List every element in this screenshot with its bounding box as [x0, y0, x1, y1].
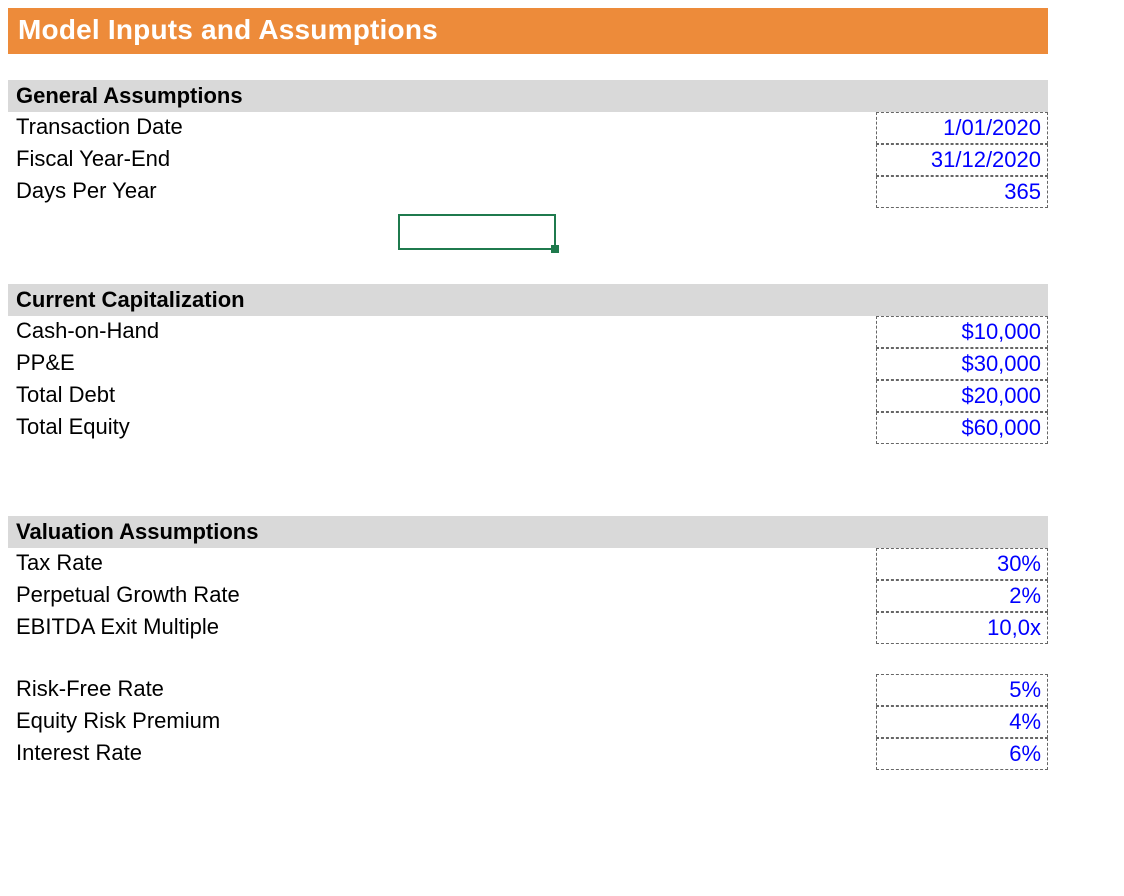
row-transaction-date: Transaction Date 1/01/2020 [8, 112, 1048, 144]
section-capitalization: Cash-on-Hand $10,000 PP&E $30,000 Total … [8, 316, 1048, 444]
cell-ppe[interactable]: $30,000 [876, 348, 1048, 380]
label-erp: Equity Risk Premium [8, 706, 876, 738]
row-fiscal-year-end: Fiscal Year-End 31/12/2020 [8, 144, 1048, 176]
cell-transaction-date[interactable]: 1/01/2020 [876, 112, 1048, 144]
section-valuation: Tax Rate 30% Perpetual Growth Rate 2% EB… [8, 548, 1048, 644]
row-rfr: Risk-Free Rate 5% [8, 674, 1048, 706]
cell-equity[interactable]: $60,000 [876, 412, 1048, 444]
page-title: Model Inputs and Assumptions [8, 8, 1048, 54]
label-transaction-date: Transaction Date [8, 112, 876, 144]
row-ppe: PP&E $30,000 [8, 348, 1048, 380]
cell-erp[interactable]: 4% [876, 706, 1048, 738]
cell-exit[interactable]: 10,0x [876, 612, 1048, 644]
cell-growth[interactable]: 2% [876, 580, 1048, 612]
label-days-per-year: Days Per Year [8, 176, 876, 208]
spreadsheet-area: Model Inputs and Assumptions General Ass… [8, 8, 1048, 770]
label-growth: Perpetual Growth Rate [8, 580, 876, 612]
fill-handle[interactable] [551, 245, 559, 253]
label-rfr: Risk-Free Rate [8, 674, 876, 706]
row-ir: Interest Rate 6% [8, 738, 1048, 770]
label-tax: Tax Rate [8, 548, 876, 580]
row-debt: Total Debt $20,000 [8, 380, 1048, 412]
row-erp: Equity Risk Premium 4% [8, 706, 1048, 738]
label-ir: Interest Rate [8, 738, 876, 770]
row-equity: Total Equity $60,000 [8, 412, 1048, 444]
label-debt: Total Debt [8, 380, 876, 412]
row-cash: Cash-on-Hand $10,000 [8, 316, 1048, 348]
section-general: Transaction Date 1/01/2020 Fiscal Year-E… [8, 112, 1048, 208]
row-days-per-year: Days Per Year 365 [8, 176, 1048, 208]
label-fiscal-year-end: Fiscal Year-End [8, 144, 876, 176]
label-exit: EBITDA Exit Multiple [8, 612, 876, 644]
active-cell-selection[interactable] [398, 214, 556, 250]
section-header-valuation: Valuation Assumptions [8, 516, 1048, 548]
section-header-general: General Assumptions [8, 80, 1048, 112]
row-exit: EBITDA Exit Multiple 10,0x [8, 612, 1048, 644]
cell-ir[interactable]: 6% [876, 738, 1048, 770]
label-ppe: PP&E [8, 348, 876, 380]
cell-debt[interactable]: $20,000 [876, 380, 1048, 412]
label-cash: Cash-on-Hand [8, 316, 876, 348]
cell-tax[interactable]: 30% [876, 548, 1048, 580]
label-equity: Total Equity [8, 412, 876, 444]
cell-cash[interactable]: $10,000 [876, 316, 1048, 348]
section-valuation-2: Risk-Free Rate 5% Equity Risk Premium 4%… [8, 674, 1048, 770]
section-header-capitalization: Current Capitalization [8, 284, 1048, 316]
active-cell-row [8, 208, 1048, 254]
row-growth: Perpetual Growth Rate 2% [8, 580, 1048, 612]
cell-fiscal-year-end[interactable]: 31/12/2020 [876, 144, 1048, 176]
cell-days-per-year[interactable]: 365 [876, 176, 1048, 208]
cell-rfr[interactable]: 5% [876, 674, 1048, 706]
row-tax: Tax Rate 30% [8, 548, 1048, 580]
